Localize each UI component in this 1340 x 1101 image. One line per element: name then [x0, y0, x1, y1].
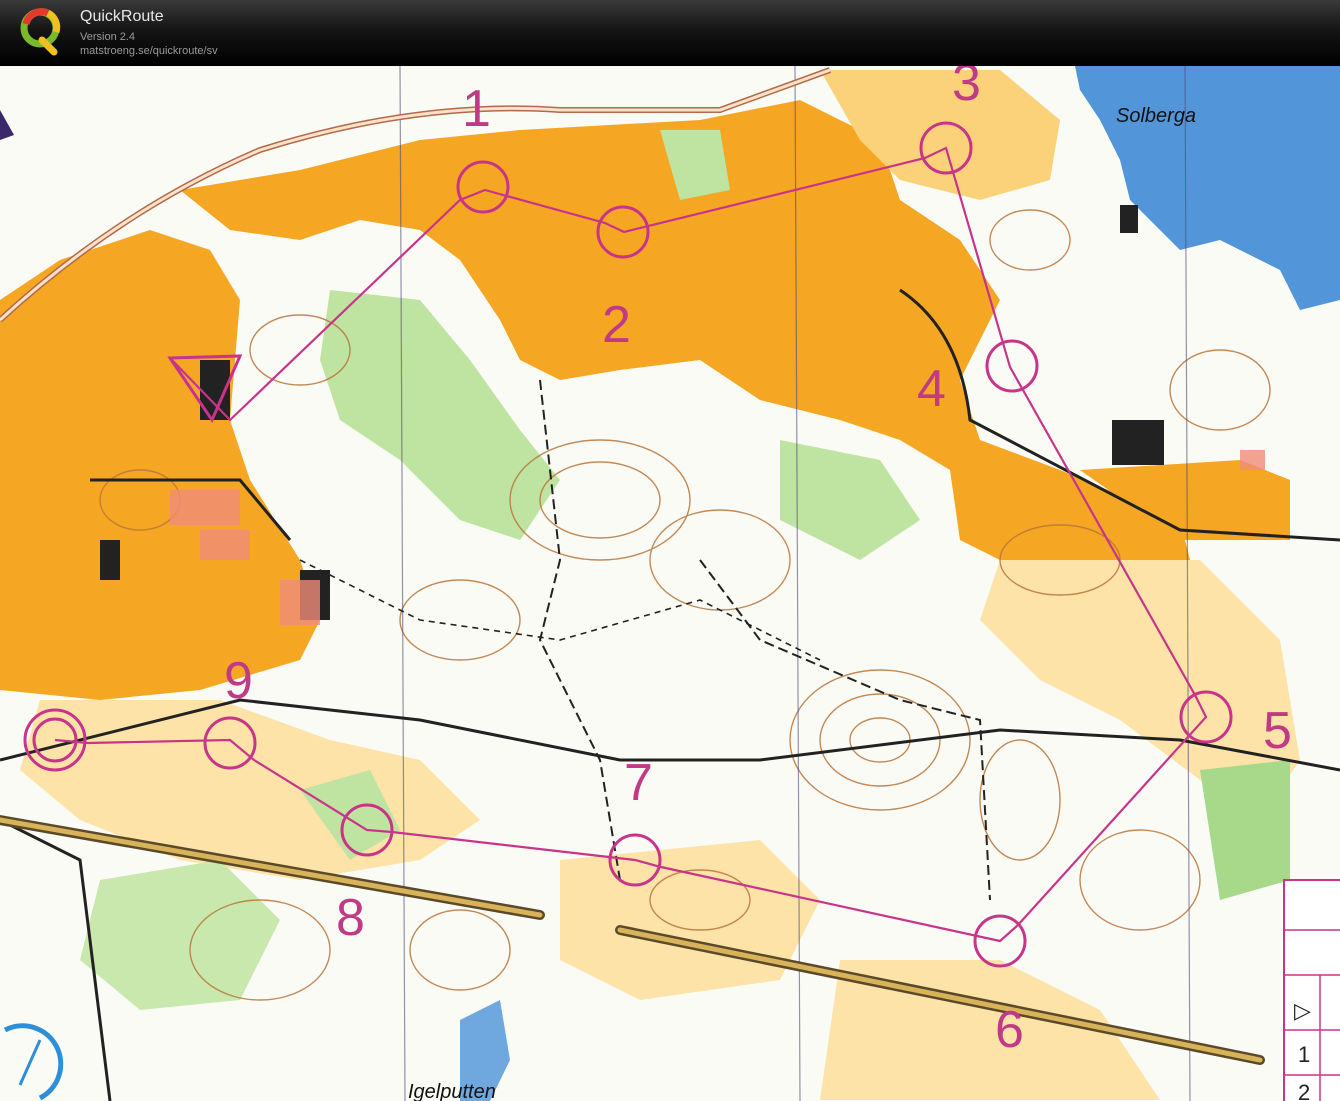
lake-area: [1075, 66, 1340, 310]
description-row-2: 2: [1298, 1080, 1310, 1101]
control-number-4: 4: [917, 360, 946, 418]
quickroute-logo-icon: [20, 8, 61, 56]
control-number-7: 7: [624, 754, 653, 812]
control-number-6: 6: [995, 1001, 1024, 1059]
control-number-3: 3: [952, 66, 981, 112]
place-name-igelputten: Igelputten: [408, 1081, 496, 1101]
open-land-west: [0, 230, 320, 700]
control-circle-4: [985, 339, 1039, 393]
vegetation-southwest: [80, 860, 280, 1010]
description-row-1: 1: [1298, 1042, 1310, 1067]
control-number-8: 8: [336, 889, 365, 947]
app-name: QuickRoute: [80, 8, 164, 25]
app-url[interactable]: matstroeng.se/quickroute/sv: [80, 45, 218, 57]
control-number-5: 5: [1263, 702, 1292, 760]
vegetation-southeast: [1200, 760, 1290, 900]
control-description-sheet: ▷ 1 2: [1283, 879, 1340, 1101]
app-version: Version 2.4: [80, 31, 136, 43]
description-row-start: ▷: [1294, 998, 1311, 1023]
control-number-1: 1: [462, 80, 491, 138]
control-number-9: 9: [224, 652, 253, 710]
title-bar: QuickRoute Version 2.4 matstroeng.se/qui…: [0, 0, 1340, 66]
place-name-solberga: Solberga: [1116, 105, 1196, 127]
control-number-2: 2: [602, 296, 631, 354]
north-arrow-icon: [0, 110, 14, 140]
vegetation-central: [780, 440, 920, 560]
rough-open-bottom: [560, 840, 820, 1000]
orienteering-map[interactable]: Solberga Igelputten 1 2 3 4 5 6 7 8 9 ▷ …: [0, 66, 1340, 1101]
map-canvas: Solberga Igelputten 1 2 3 4 5 6 7 8 9 ▷ …: [0, 66, 1340, 1101]
compass-icon: [3, 1023, 64, 1101]
